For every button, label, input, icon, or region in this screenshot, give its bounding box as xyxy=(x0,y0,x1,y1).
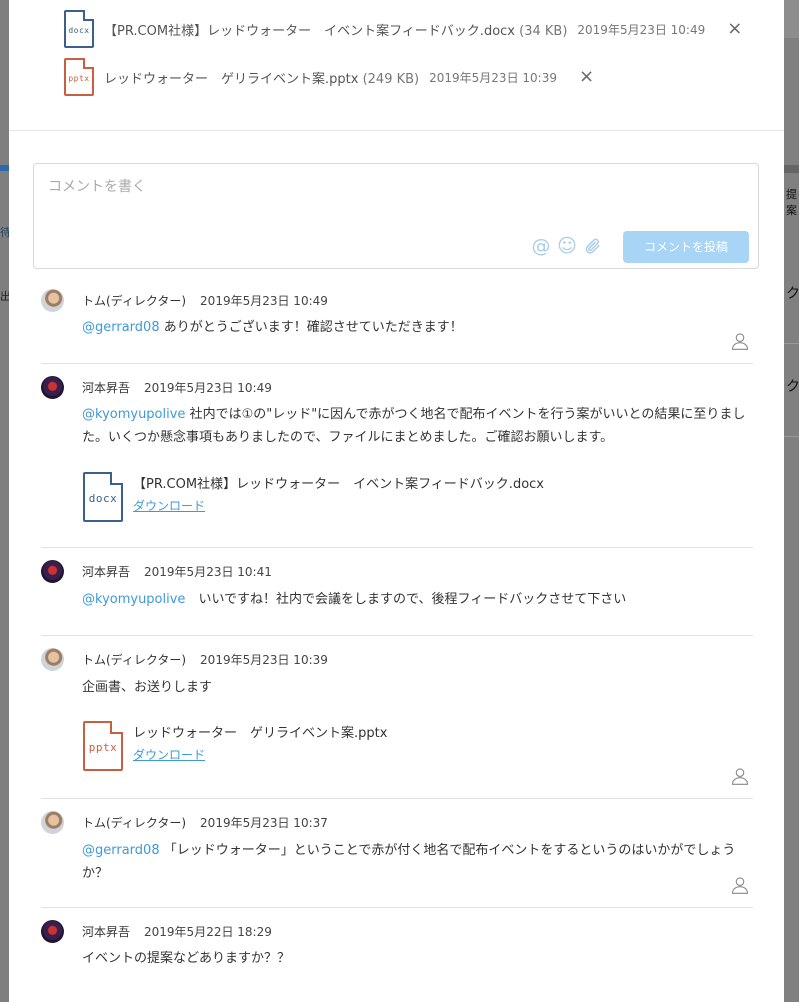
mention-link[interactable]: @gerrard08 xyxy=(82,320,160,335)
avatar[interactable] xyxy=(41,648,64,671)
comment-text: イベントの提案などありますか？？ xyxy=(82,951,291,966)
user-icon[interactable] xyxy=(730,331,750,351)
comment-author[interactable]: トム(ディレクター) xyxy=(82,651,186,668)
attachment-item: docx 【PR.COM社様】レッドウォーター イベント案フィードバック.doc… xyxy=(64,9,742,49)
comment-input[interactable] xyxy=(34,164,758,234)
comment-header: 河本昇吾 2019年5月23日 10:41 xyxy=(41,560,272,583)
comment-time: 2019年5月23日 10:41 xyxy=(144,565,272,579)
comments-panel: docx 【PR.COM社様】レッドウォーター イベント案フィードバック.doc… xyxy=(9,0,784,1002)
avatar[interactable] xyxy=(41,289,64,312)
background-page-right: 提案 ク ク xyxy=(784,0,799,1002)
comment-time: 2019年5月23日 10:49 xyxy=(144,381,272,395)
emoji-icon[interactable]: ☺ xyxy=(557,235,577,257)
comment-item: トム(ディレクター) 2019年5月23日 10:37 @gerrard08 「… xyxy=(41,799,753,908)
mention-link[interactable]: @gerrard08 xyxy=(82,843,160,858)
attachment-name: レッドウォーター ゲリライベント案.pptx xyxy=(133,726,388,741)
pptx-file-icon: pptx xyxy=(83,721,123,771)
divider xyxy=(9,130,784,131)
comment-attachment: pptx レッドウォーター ゲリライベント案.pptx ダウンロード xyxy=(83,721,387,771)
comment-header: トム(ディレクター) 2019年5月23日 10:39 xyxy=(41,648,328,671)
attachment-item: pptx レッドウォーター ゲリライベント案.pptx (249 KB) 201… xyxy=(64,57,594,97)
background-page-left: 待 出 xyxy=(0,0,11,1002)
attachment-date: 2019年5月23日 10:49 xyxy=(577,22,706,37)
file-extension-label: docx xyxy=(88,492,118,505)
comment-list: トム(ディレクター) 2019年5月23日 10:49 @gerrard08 あ… xyxy=(41,277,753,998)
pptx-file-icon: pptx xyxy=(64,58,94,96)
comment-text: @kyomyupolive いいですね！社内で会議をしますので、後程フィードバッ… xyxy=(82,592,627,607)
attachment-name[interactable]: レッドウォーター ゲリライベント案.pptx (249 KB) xyxy=(104,68,419,87)
avatar[interactable] xyxy=(41,920,64,943)
comment-author[interactable]: トム(ディレクター) xyxy=(82,814,186,831)
comment-text: @gerrard08 「レッドウォーター」ということで赤が付く地名で配布イベント… xyxy=(82,843,736,881)
comment-header: 河本昇吾 2019年5月22日 18:29 xyxy=(41,920,272,943)
comment-form: @ ☺ コメントを投稿 xyxy=(33,163,759,269)
mention-icon[interactable]: @ xyxy=(531,235,551,257)
download-link[interactable]: ダウンロード xyxy=(133,746,205,763)
background-text: ク xyxy=(786,286,799,302)
file-extension-label: docx xyxy=(68,26,90,35)
docx-file-icon: docx xyxy=(64,10,94,48)
avatar[interactable] xyxy=(41,560,64,583)
file-extension-label: pptx xyxy=(68,74,90,83)
comment-text: @gerrard08 ありがとうございます！確認させていただきます！ xyxy=(82,320,463,335)
attachment-name[interactable]: 【PR.COM社様】レッドウォーター イベント案フィードバック.docx (34… xyxy=(104,20,567,39)
comment-attachment: docx 【PR.COM社様】レッドウォーター イベント案フィードバック.doc… xyxy=(83,472,544,522)
attachment-date: 2019年5月23日 10:39 xyxy=(429,70,557,85)
user-icon[interactable] xyxy=(730,766,750,786)
background-text: 提案 xyxy=(786,188,797,217)
background-text: ク xyxy=(786,379,799,395)
comment-header: トム(ディレクター) 2019年5月23日 10:49 xyxy=(41,289,328,312)
comment-author[interactable]: 河本昇吾 xyxy=(82,379,130,396)
comment-item: トム(ディレクター) 2019年5月23日 10:49 @gerrard08 あ… xyxy=(41,277,753,364)
mention-link[interactable]: @kyomyupolive xyxy=(82,407,185,422)
attachment-size: (34 KB) xyxy=(519,23,568,39)
paperclip-icon[interactable] xyxy=(583,236,603,256)
remove-attachment-button[interactable]: × xyxy=(727,20,742,38)
comment-form-tools: @ ☺ xyxy=(531,235,603,257)
comment-text: 企画書、お送りします xyxy=(82,680,213,695)
comment-header: トム(ディレクター) 2019年5月23日 10:37 xyxy=(41,811,328,834)
avatar[interactable] xyxy=(41,811,64,834)
comment-time: 2019年5月22日 18:29 xyxy=(144,925,272,939)
comment-text: @kyomyupolive 社内では①の"レッド"に因んで赤がつく地名で配布イベ… xyxy=(82,407,746,445)
file-extension-label: pptx xyxy=(88,741,118,754)
comment-author[interactable]: 河本昇吾 xyxy=(82,563,130,580)
comment-header: 河本昇吾 2019年5月23日 10:49 xyxy=(41,376,272,399)
comment-time: 2019年5月23日 10:49 xyxy=(200,294,328,308)
background-nav-bar xyxy=(0,165,9,171)
comment-item: 河本昇吾 2019年5月23日 10:41 @kyomyupolive いいです… xyxy=(41,548,753,636)
docx-file-icon: docx xyxy=(83,472,123,522)
comment-author[interactable]: 河本昇吾 xyxy=(82,923,130,940)
comment-time: 2019年5月23日 10:39 xyxy=(200,653,328,667)
divider xyxy=(784,343,799,344)
background-header xyxy=(784,0,799,38)
attachment-size: (249 KB) xyxy=(362,71,420,87)
comment-item: トム(ディレクター) 2019年5月23日 10:39 企画書、お送りします p… xyxy=(41,636,753,799)
comment-item: 河本昇吾 2019年5月23日 10:49 @kyomyupolive 社内では… xyxy=(41,364,753,548)
user-icon[interactable] xyxy=(730,875,750,895)
remove-attachment-button[interactable]: × xyxy=(579,68,594,86)
comment-author[interactable]: トム(ディレクター) xyxy=(82,292,186,309)
attachment-name: 【PR.COM社様】レッドウォーター イベント案フィードバック.docx xyxy=(133,477,544,492)
mention-link[interactable]: @kyomyupolive xyxy=(82,592,185,607)
divider xyxy=(784,436,799,437)
comment-time: 2019年5月23日 10:37 xyxy=(200,816,328,830)
avatar[interactable] xyxy=(41,376,64,399)
post-comment-button[interactable]: コメントを投稿 xyxy=(623,231,749,263)
background-nav-bar xyxy=(784,165,799,173)
comment-item: 河本昇吾 2019年5月22日 18:29 イベントの提案などありますか？？ xyxy=(41,908,753,998)
download-link[interactable]: ダウンロード xyxy=(133,497,205,514)
